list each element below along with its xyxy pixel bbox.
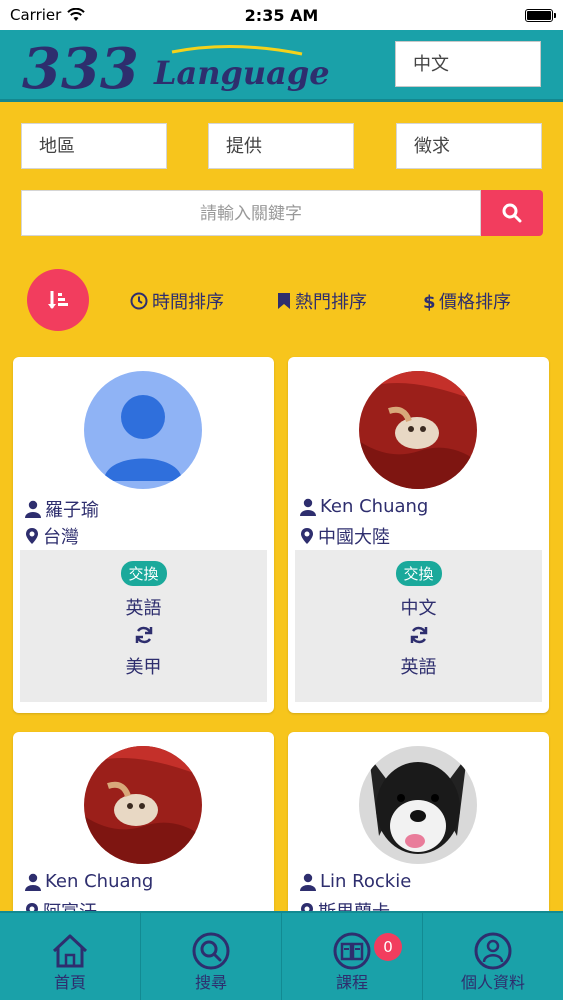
offered-language: 中文 — [400, 598, 437, 619]
user-name-row: Lin Rockie — [300, 871, 411, 892]
sort-by-time[interactable]: 時間排序 — [130, 288, 224, 314]
sort-by-popular[interactable]: 熱門排序 — [277, 288, 367, 314]
bookmark-icon — [278, 293, 290, 309]
user-location: 中國大陸 — [318, 527, 390, 548]
logo-word: Language — [153, 54, 330, 92]
avatar — [84, 746, 202, 864]
app-header: 333 Language 中文 — [0, 30, 563, 102]
user-name-row: Ken Chuang — [300, 496, 428, 517]
user-name-row: 羅子瑜 — [25, 496, 99, 522]
user-name: 羅子瑜 — [45, 500, 99, 521]
exchange-panel: 交換 英語 美甲 — [20, 550, 267, 702]
logo-number: 333 — [22, 36, 139, 98]
status-bar: Carrier 2:35 AM — [0, 0, 563, 30]
default-person-icon — [104, 395, 182, 481]
tab-profile[interactable]: 個人資料 — [423, 913, 563, 1000]
exchange-badge: 交換 — [395, 561, 442, 586]
app-logo: 333 Language — [22, 36, 330, 98]
user-card[interactable]: 羅子瑜 台灣 交換 英語 美甲 — [13, 357, 274, 713]
person-icon — [25, 873, 41, 891]
wifi-icon — [67, 8, 86, 21]
tab-courses[interactable]: 0 課程 — [282, 913, 423, 1000]
person-icon — [300, 498, 316, 516]
user-card[interactable]: Ken Chuang 阿富汗 — [13, 732, 274, 932]
svg-text:$: $ — [423, 292, 435, 311]
cat-photo-icon — [84, 746, 202, 864]
tab-search-label: 搜尋 — [194, 973, 227, 992]
battery-icon — [525, 8, 556, 22]
user-name: Ken Chuang — [320, 496, 429, 517]
person-icon — [25, 500, 41, 518]
language-select[interactable]: 中文 — [395, 41, 541, 87]
avatar — [84, 371, 202, 489]
offered-language: 英語 — [125, 598, 162, 619]
sort-time-label: 時間排序 — [152, 292, 224, 313]
sort-popular-label: 熱門排序 — [295, 292, 367, 313]
exchange-badge: 交換 — [120, 561, 167, 586]
user-name-row: Ken Chuang — [25, 871, 153, 892]
wanted-language: 美甲 — [125, 657, 162, 678]
location-row: 台灣 — [25, 523, 79, 549]
home-icon — [52, 934, 88, 968]
region-filter[interactable]: 地區 — [21, 123, 167, 169]
user-location: 台灣 — [43, 527, 79, 548]
search-button[interactable] — [481, 190, 543, 236]
dollar-icon: $ — [423, 292, 435, 311]
sort-price-label: 價格排序 — [439, 292, 511, 313]
search-icon — [192, 932, 230, 970]
bottom-tab-bar: 首頁 搜尋 0 課程 個人資料 — [0, 911, 563, 1000]
dog-photo-icon — [359, 746, 477, 864]
map-pin-icon — [301, 528, 313, 544]
wanted-language: 英語 — [400, 657, 437, 678]
user-card[interactable]: Ken Chuang 中國大陸 交換 中文 英語 — [288, 357, 549, 713]
tab-courses-label: 課程 — [335, 973, 368, 992]
swap-icon — [135, 626, 152, 644]
search-input[interactable]: 請輸入關鍵字 — [21, 190, 481, 236]
avatar — [359, 371, 477, 489]
tab-profile-label: 個人資料 — [460, 973, 525, 992]
person-icon — [300, 873, 316, 891]
tab-home-label: 首頁 — [53, 973, 86, 992]
sort-by-price[interactable]: $ 價格排序 — [423, 288, 511, 314]
sort-descending-icon — [48, 291, 68, 309]
user-card[interactable]: Lin Rockie 斯里蘭卡 — [288, 732, 549, 932]
tab-search[interactable]: 搜尋 — [141, 913, 282, 1000]
book-icon — [333, 932, 371, 970]
map-pin-icon — [26, 528, 38, 544]
cat-photo-icon — [359, 371, 477, 489]
search-icon — [502, 203, 522, 223]
sort-order-button[interactable] — [27, 269, 89, 331]
user-name: Lin Rockie — [320, 871, 412, 892]
avatar — [359, 746, 477, 864]
user-name: Ken Chuang — [45, 871, 154, 892]
location-row: 中國大陸 — [300, 523, 390, 549]
courses-badge: 0 — [374, 933, 402, 961]
offer-filter[interactable]: 提供 — [208, 123, 354, 169]
want-filter[interactable]: 徵求 — [396, 123, 542, 169]
exchange-panel: 交換 中文 英語 — [295, 550, 542, 702]
tab-home[interactable]: 首頁 — [0, 913, 141, 1000]
swap-icon — [410, 626, 427, 644]
carrier-label: Carrier — [10, 6, 62, 24]
profile-icon — [474, 932, 512, 970]
clock-icon — [130, 292, 148, 310]
